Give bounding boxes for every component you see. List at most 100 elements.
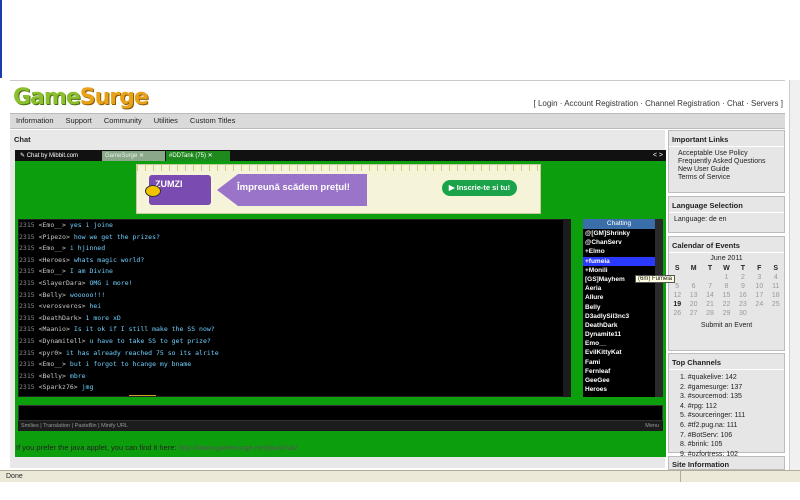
tab-scroll-arrows[interactable]: < >: [653, 150, 663, 161]
calendar-day[interactable]: 6: [685, 282, 701, 291]
calendar-day[interactable]: 20: [685, 300, 701, 309]
chat-tools-bar: Smilies | Translation | PasteBin | Minif…: [18, 421, 663, 431]
calendar-day[interactable]: 3: [751, 273, 767, 282]
nav-utilities[interactable]: Utilities: [148, 114, 184, 128]
calendar-day[interactable]: 15: [718, 291, 734, 300]
top-channel-item[interactable]: 5. #sourceringer: 111: [674, 411, 779, 421]
chat-log[interactable]: 2315 <Emo__> yes i joine 2315 <Pipezo> ho…: [18, 219, 566, 397]
calendar-day[interactable]: 26: [669, 309, 685, 318]
calendar-day[interactable]: 21: [702, 300, 718, 309]
link-account-registration[interactable]: Account Registration: [564, 99, 638, 108]
calendar-day[interactable]: 1: [718, 273, 734, 282]
user-list-item[interactable]: Aeria: [583, 284, 655, 293]
user-list-item[interactable]: @[GM]Shrinky: [583, 229, 655, 238]
java-applet-link[interactable]: http://www.gamesurge.net/javachat/: [179, 443, 298, 452]
user-list-item[interactable]: Dynamite11: [583, 330, 655, 339]
gamesurge-logo[interactable]: GameSurge: [13, 85, 149, 110]
calendar-day[interactable]: 16: [735, 291, 751, 300]
calendar-day[interactable]: 29: [718, 309, 734, 318]
user-list-item[interactable]: Fami: [583, 358, 655, 367]
calendar-day[interactable]: 12: [669, 291, 685, 300]
calendar-day[interactable]: 17: [751, 291, 767, 300]
calendar-day[interactable]: 30: [735, 309, 751, 318]
chat-tools-links[interactable]: Smilies | Translation | PasteBin | Minif…: [21, 423, 128, 429]
user-list-item[interactable]: D3adlySil3nc3: [583, 312, 655, 321]
calendar-day[interactable]: 27: [685, 309, 701, 318]
calendar-day[interactable]: 7: [702, 282, 718, 291]
link-aup[interactable]: Acceptable Use Policy: [674, 150, 779, 158]
calendar-day[interactable]: 23: [735, 300, 751, 309]
user-list-item[interactable]: Heroes: [583, 385, 655, 394]
submit-event-link[interactable]: Submit an Event: [669, 318, 784, 329]
chat-scrollbar[interactable]: [563, 219, 571, 397]
top-channel-item[interactable]: 1. #quakelive: 142: [674, 373, 779, 383]
tab-mibbit[interactable]: ✎ Chat by Mibbit.com: [17, 151, 81, 161]
user-list-item[interactable]: EvilKittyKat: [583, 348, 655, 357]
nav-information[interactable]: Information: [10, 114, 60, 128]
user-list-item[interactable]: GeeGee: [583, 376, 655, 385]
user-list-item[interactable]: +Elmo: [583, 247, 655, 256]
ad-signup-button[interactable]: ▶ Inscrie-te si tu!: [442, 180, 517, 196]
user-list-item[interactable]: +Monili: [583, 266, 655, 275]
calendar-day[interactable]: 18: [768, 291, 784, 300]
chat-line: 2315 <Heroes> whats magic world?: [19, 255, 145, 264]
top-channels-box: Top Channels 1. #quakelive: 142 2. #games…: [668, 353, 785, 458]
top-channel-item[interactable]: 7. #BotServ: 106: [674, 431, 779, 441]
calendar-day[interactable]: 24: [751, 300, 767, 309]
advertisement-banner[interactable]: ZUMZI Împreună scădem prețul! ▶ Inscrie-…: [136, 164, 541, 214]
tab-server[interactable]: GameSurge ✕: [102, 151, 165, 161]
nav-custom-titles[interactable]: Custom Titles: [184, 114, 241, 128]
calendar-day[interactable]: 14: [702, 291, 718, 300]
calendar-day[interactable]: 8: [718, 282, 734, 291]
chat-line: 2315 <Emo__> yes i joine: [19, 221, 113, 229]
user-list-item[interactable]: Emo__: [583, 339, 655, 348]
status-text: Done: [6, 473, 23, 480]
top-channel-item[interactable]: 4. #rpg: 112: [674, 402, 779, 412]
link-channel-registration[interactable]: Channel Registration: [645, 99, 720, 108]
user-list-item[interactable]: DeathDark: [583, 321, 655, 330]
top-channel-item[interactable]: 2. #gamesurge: 137: [674, 383, 779, 393]
top-channel-item[interactable]: 3. #sourcemod: 135: [674, 392, 779, 402]
link-faq[interactable]: Frequently Asked Questions: [674, 158, 779, 166]
chat-menu-button[interactable]: Menu: [645, 421, 659, 431]
chat-line: 2315 <Belly> wooooo!!!: [19, 290, 106, 299]
user-list-item[interactable]: +fumeia: [583, 256, 655, 266]
calendar-day[interactable]: 11: [768, 282, 784, 291]
user-list-scrollbar[interactable]: [655, 219, 663, 397]
user-list-item[interactable]: @ChanServ: [583, 238, 655, 247]
chat-input[interactable]: [18, 405, 663, 421]
calendar-day[interactable]: 25: [768, 300, 784, 309]
top-channel-item[interactable]: 6. #tf2.pug.na: 111: [674, 421, 779, 431]
calendar-day[interactable]: 13: [685, 291, 701, 300]
user-list-item[interactable]: Fernleaf: [583, 367, 655, 376]
top-channel-item[interactable]: 8. #brink: 105: [674, 440, 779, 450]
user-list[interactable]: Chatting @[GM]Shrinky @ChanServ +Elmo +fume…: [583, 219, 655, 397]
calendar-day[interactable]: 5: [669, 282, 685, 291]
calendar-day[interactable]: 9: [735, 282, 751, 291]
calendar-day[interactable]: 22: [718, 300, 734, 309]
link-login[interactable]: Login: [538, 99, 558, 108]
chat-line: 2315 <SlayerDara> OMG i more!: [19, 278, 133, 287]
link-chat[interactable]: Chat: [727, 99, 744, 108]
ad-slogan: Împreună scădem prețul!: [237, 182, 350, 193]
language-selector[interactable]: Language: de en: [669, 213, 784, 227]
link-servers[interactable]: Servers: [751, 99, 779, 108]
user-list-item[interactable]: Belly: [583, 303, 655, 312]
nav-community[interactable]: Community: [98, 114, 148, 128]
chat-line: 2315 <Sparkz76> jmg: [19, 383, 94, 392]
calendar-day[interactable]: 4: [768, 273, 784, 282]
calendar-day[interactable]: 28: [702, 309, 718, 318]
browser-status-bar: Done: [0, 470, 800, 483]
tab-channel[interactable]: #DDTank (75) ✕: [166, 151, 230, 161]
calendar-day[interactable]: 2: [735, 273, 751, 282]
chat-panel: Chat ✎ Chat by Mibbit.com GameSurge ✕ #D…: [10, 130, 666, 468]
calendar-day[interactable]: 10: [751, 282, 767, 291]
link-terms[interactable]: Terms of Service: [674, 174, 779, 182]
user-list-item[interactable]: Allure: [583, 293, 655, 302]
page-scrollbar[interactable]: [789, 80, 800, 470]
link-new-user-guide[interactable]: New User Guide: [674, 166, 779, 174]
nav-support[interactable]: Support: [60, 114, 98, 128]
calendar-day[interactable]: 19: [669, 300, 685, 309]
chat-line: 2315 *** weakendseek joined #DDTank ~wea…: [19, 394, 565, 396]
java-applet-note: If you prefer the java applet, you can f…: [16, 443, 298, 452]
